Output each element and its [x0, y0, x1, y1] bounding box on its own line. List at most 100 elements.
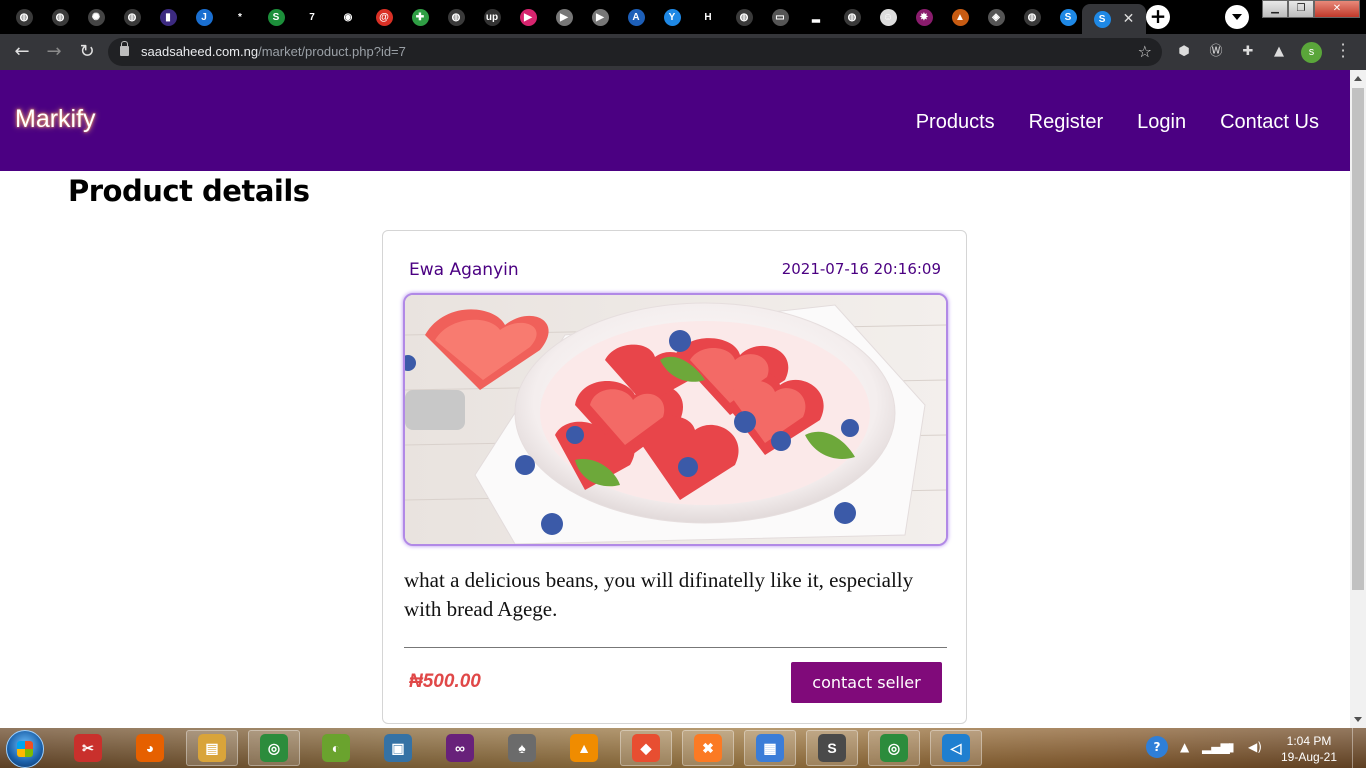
start-button[interactable]	[6, 730, 44, 768]
globe-icon: ◍	[735, 8, 753, 26]
nav-login[interactable]: Login	[1137, 111, 1186, 134]
browser-tab[interactable]: @	[367, 4, 401, 30]
taskbar-app-button[interactable]: ◆	[620, 730, 672, 766]
browser-tab[interactable]: S	[1051, 4, 1085, 30]
active-tab[interactable]: S ✕	[1082, 4, 1146, 34]
browser-tab[interactable]: ◍	[7, 4, 41, 30]
scroll-down-arrow-icon[interactable]	[1354, 717, 1362, 722]
browser-tab[interactable]: ▶	[583, 4, 617, 30]
taskbar-app-button[interactable]: ✖	[682, 730, 734, 766]
watermelon-bowl-illustration	[405, 295, 946, 544]
taskbar-app-button[interactable]: S	[806, 730, 858, 766]
window-controls: ▁ ❐ ✕	[1262, 0, 1360, 18]
system-clock[interactable]: 1:04 PM 19-Aug-21	[1278, 733, 1340, 765]
bookmark-star-icon[interactable]: ☆	[1138, 42, 1152, 61]
globe-icon: ◍	[51, 8, 69, 26]
clock-time: 1:04 PM	[1286, 734, 1332, 748]
browser-tab[interactable]: up	[475, 4, 509, 30]
url-host: saadsaheed.com.ng	[141, 44, 259, 59]
close-window-button[interactable]: ✕	[1314, 0, 1360, 18]
browser-tab[interactable]: H	[691, 4, 725, 30]
volume-icon[interactable]: ◀)	[1248, 740, 1262, 754]
power-icon[interactable]: ▮	[1228, 740, 1235, 754]
chrome-icon: ◎	[260, 734, 288, 762]
maximize-button[interactable]: ❐	[1288, 0, 1314, 18]
browser-tab[interactable]: ◍	[43, 4, 77, 30]
browser-tab[interactable]: J	[187, 4, 221, 30]
taskbar-app-button[interactable]: ✂	[62, 730, 114, 766]
taskbar-app-button[interactable]: ◐	[310, 730, 362, 766]
scroll-up-arrow-icon[interactable]	[1354, 76, 1362, 81]
taskbar-app-button[interactable]: ♠	[496, 730, 548, 766]
browser-tab[interactable]: ✺	[79, 4, 113, 30]
windows-taskbar: ? ▲ ▂▄▆ ▮ ◀) 1:04 PM 19-Aug-21 ✂ ◕ ▤ ◎ ◐ ▣ ∞ ♠ ▲…	[0, 728, 1366, 768]
browser-tab[interactable]: ◍	[727, 4, 761, 30]
nav-contact-us[interactable]: Contact Us	[1220, 111, 1319, 134]
taskbar-app-button[interactable]: ▦	[744, 730, 796, 766]
tab-close-icon[interactable]: ✕	[1123, 11, 1135, 27]
help-icon[interactable]: ?	[1146, 736, 1168, 758]
show-desktop-button[interactable]	[1352, 728, 1366, 768]
tray-expand-icon[interactable]: ▲	[1180, 740, 1189, 754]
contact-seller-button[interactable]: contact seller	[791, 662, 942, 703]
nav-register[interactable]: Register	[1029, 111, 1103, 134]
taskbar-app-button[interactable]: ▲	[558, 730, 610, 766]
browser-tab[interactable]: A	[619, 4, 653, 30]
taskbar-app-button[interactable]: ◎	[868, 730, 920, 766]
site-brand[interactable]: Markify	[15, 105, 96, 134]
browser-tab[interactable]: ▲	[943, 4, 977, 30]
github-icon: ◉	[339, 8, 357, 26]
taskbar-app-button[interactable]: ∞	[434, 730, 486, 766]
forward-arrow-icon[interactable]: →	[43, 41, 65, 63]
profile-avatar[interactable]: s	[1301, 42, 1322, 63]
flask-icon[interactable]: ▲	[1270, 43, 1288, 61]
posted-timestamp: 2021-07-16 20:16:09	[781, 260, 941, 278]
kebab-menu-icon[interactable]: · · ·	[1338, 37, 1348, 65]
browser-tab[interactable]: ▮	[151, 4, 185, 30]
w-extension-icon[interactable]: Ⓦ	[1207, 43, 1225, 61]
taskbar-app-button[interactable]: ▣	[372, 730, 424, 766]
browser-tab[interactable]: ✸	[907, 4, 941, 30]
browser-tab[interactable]: ◍	[835, 4, 869, 30]
browser-tab[interactable]: ◈	[979, 4, 1013, 30]
scrollbar-thumb[interactable]	[1352, 88, 1364, 590]
browser-tab[interactable]: ☺	[871, 4, 905, 30]
browser-tab[interactable]: ◍	[115, 4, 149, 30]
browser-tab[interactable]: ▭	[763, 4, 797, 30]
taskbar-app-button[interactable]: ◎	[248, 730, 300, 766]
url-text[interactable]: saadsaheed.com.ng/market/product.php?id=…	[141, 44, 406, 59]
taskbar-app-button[interactable]: ◁	[930, 730, 982, 766]
tab-search-button[interactable]	[1225, 5, 1249, 29]
network-signal-icon[interactable]: ▂▄▆	[1202, 740, 1230, 754]
browser-tab[interactable]: ◉	[331, 4, 365, 30]
browser-tab[interactable]: ◍	[1015, 4, 1049, 30]
browser-tab[interactable]: Y	[655, 4, 689, 30]
page-scrollbar[interactable]	[1350, 70, 1366, 728]
browser-tab[interactable]: ▶	[547, 4, 581, 30]
browser-tab[interactable]: 7	[295, 4, 329, 30]
browser-tab[interactable]: *	[223, 4, 257, 30]
puzzle-extensions-icon[interactable]: ✚	[1239, 43, 1257, 61]
minimize-button[interactable]: ▁	[1262, 0, 1288, 18]
cube-extension-icon[interactable]: ⬢	[1175, 43, 1193, 61]
browser-tab[interactable]: S	[259, 4, 293, 30]
nav-products[interactable]: Products	[916, 111, 995, 134]
openai-icon: ✺	[87, 8, 105, 26]
browser-tab[interactable]: ✚	[403, 4, 437, 30]
globe-icon: ◍	[843, 8, 861, 26]
vlc-icon: ▲	[570, 734, 598, 762]
address-bar[interactable]: saadsaheed.com.ng/market/product.php?id=…	[108, 38, 1162, 66]
play-icon: ▶	[591, 8, 609, 26]
taskbar-app-button[interactable]: ▤	[186, 730, 238, 766]
browser-tab[interactable]: ▶	[511, 4, 545, 30]
git-icon: ◆	[632, 734, 660, 762]
taskbar-app-button[interactable]: ◕	[124, 730, 176, 766]
reload-icon[interactable]: ↻	[76, 41, 98, 63]
new-tab-button[interactable]: +	[1146, 5, 1170, 29]
browser-tab[interactable]: ▂	[799, 4, 833, 30]
firefox-icon: ◕	[136, 734, 164, 762]
browser-tab[interactable]: ◍	[439, 4, 473, 30]
back-arrow-icon[interactable]: ←	[11, 41, 33, 63]
windows-logo-icon	[17, 741, 33, 757]
swiper-icon: S	[1093, 10, 1111, 28]
